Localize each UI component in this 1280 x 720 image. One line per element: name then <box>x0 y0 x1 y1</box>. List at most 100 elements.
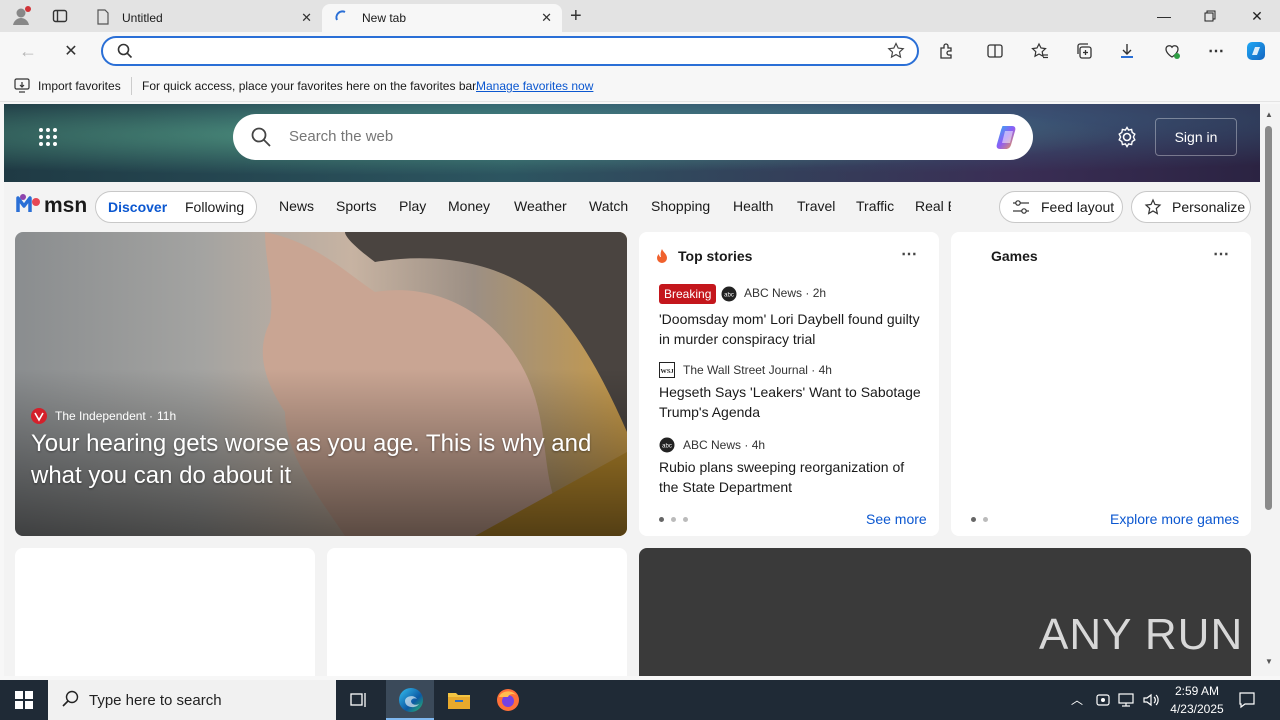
file-explorer-icon[interactable] <box>447 689 471 714</box>
nav-news[interactable]: News <box>279 198 314 214</box>
story-source-name: ABC News <box>744 286 803 300</box>
edge-browser-icon <box>398 687 424 716</box>
games-more-icon[interactable]: ⋯ <box>1213 244 1229 264</box>
import-favorites-button[interactable]: Import favorites <box>38 79 121 93</box>
favorites-icon[interactable] <box>1029 40 1051 62</box>
clock-time[interactable]: 2:59 AM <box>1172 684 1222 698</box>
nav-money[interactable]: Money <box>448 198 490 214</box>
feed-layout-button[interactable]: Feed layout <box>999 191 1123 223</box>
hero-story-card[interactable]: The Independent · 11h Your hearing gets … <box>15 232 627 536</box>
page-scrollbar[interactable]: ▲ ▼ <box>1260 104 1280 676</box>
feed-card[interactable] <box>15 548 315 676</box>
story-age: 4h <box>818 363 832 377</box>
tab-label: Untitled <box>122 11 163 25</box>
address-bar[interactable] <box>101 36 919 66</box>
browser-essentials-icon[interactable] <box>1161 40 1183 62</box>
svg-text:abc: abc <box>662 444 672 450</box>
windows-start-icon[interactable] <box>15 691 33 712</box>
hero-source: The Independent <box>55 409 146 423</box>
copilot-icon[interactable] <box>993 122 1023 155</box>
carousel-dots[interactable] <box>971 517 995 522</box>
profile-icon[interactable] <box>10 5 32 27</box>
story-source: The Wall Street Journal · 4h <box>683 363 832 377</box>
favorites-hint: For quick access, place your favorites h… <box>142 79 479 93</box>
top-stories-card: Top stories ⋯ Breaking abc ABC News · 2h… <box>639 232 939 536</box>
msn-logo-icon[interactable] <box>16 192 42 219</box>
story-source: ABC News · 2h <box>744 286 827 300</box>
search-icon <box>117 43 133 62</box>
story-title[interactable]: Rubio plans sweeping reorganization of t… <box>659 457 924 497</box>
collections-icon[interactable] <box>1073 40 1095 62</box>
more-options-icon[interactable]: ⋯ <box>1205 40 1227 62</box>
favorite-star-icon[interactable] <box>887 42 905 63</box>
nav-shopping[interactable]: Shopping <box>651 198 710 214</box>
top-stories-more-icon[interactable]: ⋯ <box>901 244 917 264</box>
scroll-up-arrow-icon[interactable]: ▲ <box>1265 110 1273 119</box>
scrollbar-thumb[interactable] <box>1265 126 1272 510</box>
back-button[interactable]: ← <box>17 40 39 62</box>
tab-following[interactable]: Following <box>185 199 244 215</box>
close-window-button[interactable]: ✕ <box>1234 0 1280 32</box>
the-independent-logo-icon <box>31 408 47 427</box>
video-card[interactable]: ANY RUN <box>639 548 1251 676</box>
minimize-button[interactable]: — <box>1141 0 1187 32</box>
sliders-icon <box>1012 199 1030 218</box>
tab-actions-icon[interactable] <box>52 8 68 24</box>
nav-travel[interactable]: Travel <box>797 198 835 214</box>
taskbar-search-box[interactable]: Type here to search <box>48 680 336 720</box>
games-card: Games ⋯ Explore more games <box>951 232 1251 536</box>
close-tab-icon[interactable]: ✕ <box>301 10 312 26</box>
stop-loading-button[interactable]: ✕ <box>60 40 82 62</box>
personalize-button[interactable]: Personalize <box>1131 191 1251 223</box>
copilot-icon[interactable] <box>1245 40 1267 62</box>
close-tab-icon[interactable]: ✕ <box>541 10 552 26</box>
web-search-box[interactable]: Search the web <box>233 114 1033 160</box>
network-icon[interactable] <box>1118 692 1136 711</box>
task-view-icon[interactable] <box>349 690 369 713</box>
nav-weather[interactable]: Weather <box>514 198 567 214</box>
scroll-down-arrow-icon[interactable]: ▼ <box>1265 657 1273 666</box>
tab-untitled[interactable]: Untitled ✕ <box>84 4 322 32</box>
extensions-icon[interactable] <box>936 40 958 62</box>
app-launcher-icon[interactable] <box>38 127 58 150</box>
feed-layout-label: Feed layout <box>1041 199 1115 215</box>
volume-icon[interactable] <box>1142 691 1160 712</box>
new-tab-button[interactable]: + <box>570 5 582 28</box>
firefox-icon[interactable] <box>496 688 520 715</box>
meet-now-icon[interactable] <box>1095 692 1111 711</box>
nav-real-estate[interactable]: Real E <box>915 198 951 214</box>
downloads-icon[interactable] <box>1116 40 1138 62</box>
hero-age: 11h <box>157 409 177 423</box>
browser-tab-bar: Untitled ✕ New tab ✕ + — ✕ <box>0 0 1280 32</box>
carousel-dots[interactable] <box>659 517 695 522</box>
story-title[interactable]: 'Doomsday mom' Lori Daybell found guilty… <box>659 309 924 349</box>
nav-health[interactable]: Health <box>733 198 773 214</box>
story-source-name: ABC News <box>683 438 742 452</box>
hero-separator: · <box>149 409 153 423</box>
story-title[interactable]: Hegseth Says 'Leakers' Want to Sabotage … <box>659 382 924 422</box>
favorites-bar: Import favorites For quick access, place… <box>0 70 1280 102</box>
taskbar-edge-active[interactable] <box>386 680 434 720</box>
favbar-divider <box>131 77 132 95</box>
clock-date[interactable]: 4/23/2025 <box>1166 702 1228 716</box>
sign-in-button[interactable]: Sign in <box>1155 118 1237 156</box>
settings-gear-icon[interactable] <box>1116 126 1138 151</box>
feed-card[interactable] <box>327 548 627 676</box>
notifications-icon[interactable] <box>1238 691 1256 712</box>
show-hidden-icons-icon[interactable]: ︿ <box>1071 691 1083 708</box>
msn-logo-text: msn <box>44 194 88 217</box>
tab-new-tab[interactable]: New tab ✕ <box>322 4 562 32</box>
search-icon <box>251 127 271 150</box>
tab-discover[interactable]: Discover <box>108 199 167 215</box>
wsj-logo-icon: WSJ <box>659 362 675 381</box>
manage-favorites-link[interactable]: Manage favorites now <box>476 79 593 93</box>
nav-watch[interactable]: Watch <box>589 198 628 214</box>
nav-sports[interactable]: Sports <box>336 198 376 214</box>
nav-play[interactable]: Play <box>399 198 426 214</box>
see-more-link[interactable]: See more <box>866 511 927 527</box>
explore-games-link[interactable]: Explore more games <box>1110 511 1239 527</box>
nav-traffic[interactable]: Traffic <box>856 198 894 214</box>
split-screen-icon[interactable] <box>984 40 1006 62</box>
restore-button[interactable] <box>1187 0 1233 32</box>
hero-headline[interactable]: Your hearing gets worse as you age. This… <box>31 428 611 492</box>
